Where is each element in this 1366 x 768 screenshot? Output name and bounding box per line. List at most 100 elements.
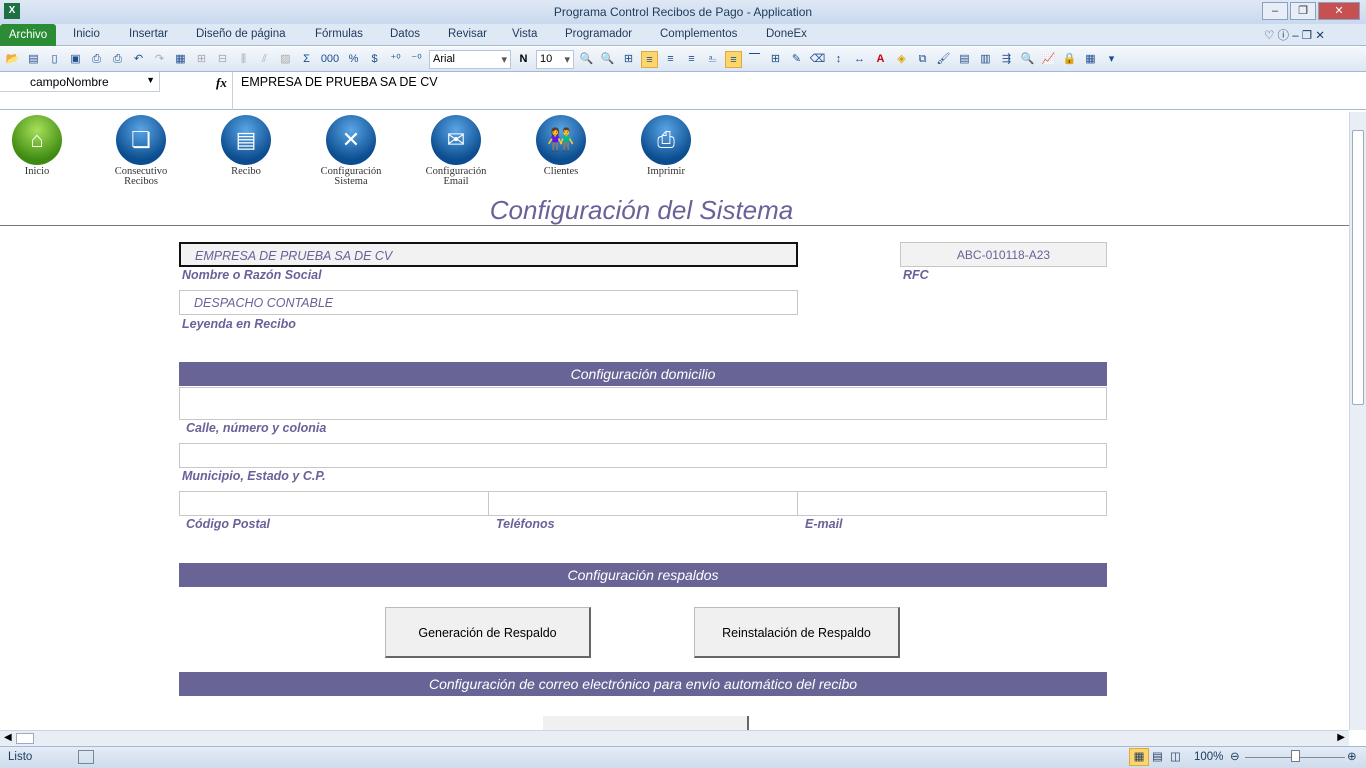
page-layout-icon[interactable]: ▤ xyxy=(1152,749,1163,763)
form-icon[interactable]: ▤ xyxy=(956,51,973,68)
align-top-icon[interactable]: ⎺ xyxy=(746,51,763,68)
vertical-scrollbar[interactable] xyxy=(1349,112,1366,730)
nav-config-email[interactable]: ✉ Configuración Email xyxy=(416,115,496,187)
tab-formulas[interactable]: Fórmulas xyxy=(315,28,363,40)
tab-archivo[interactable]: Archivo xyxy=(0,24,56,46)
tab-doneex[interactable]: DoneEx xyxy=(766,28,807,40)
tab-datos[interactable]: Datos xyxy=(390,28,420,40)
save-icon[interactable]: ▣ xyxy=(67,51,84,68)
nav-recibo[interactable]: ▤ Recibo xyxy=(206,115,286,177)
row-height-icon[interactable]: ↕ xyxy=(830,51,847,68)
tab-diseno[interactable]: Diseño de página xyxy=(196,28,286,40)
nav-inicio[interactable]: ⌂ Inicio xyxy=(0,115,77,177)
tab-insertar[interactable]: Insertar xyxy=(129,28,168,40)
macro-record-icon[interactable] xyxy=(78,750,94,764)
nombre-field[interactable]: EMPRESA DE PRUEBA SA DE CV xyxy=(179,242,798,267)
tab-revisar[interactable]: Revisar xyxy=(448,28,487,40)
line-color-icon[interactable]: ✎ xyxy=(788,51,805,68)
scroll-left-icon[interactable]: ◀ xyxy=(4,732,12,743)
nav-imprimir[interactable]: ⎙ Imprimir xyxy=(626,115,706,177)
calle-field[interactable] xyxy=(179,387,1107,420)
col-width-icon[interactable]: ↔ xyxy=(851,51,868,68)
restore-button[interactable]: ❐ xyxy=(1290,2,1316,20)
bold-button[interactable]: N xyxy=(515,51,532,68)
decrease-decimal-icon[interactable]: ⁻⁰ xyxy=(408,51,425,68)
thousands-button[interactable]: 000 xyxy=(319,51,341,68)
scroll-right-icon[interactable]: ▶ xyxy=(1337,732,1345,743)
find-icon[interactable]: 🔍 xyxy=(1019,51,1036,68)
customize-icon[interactable]: ▾ xyxy=(1103,51,1120,68)
normal-view-icon[interactable]: ▦ xyxy=(1129,748,1149,766)
insert-col-icon[interactable]: ⫼ xyxy=(235,51,252,68)
name-box[interactable]: campoNombre ▼ xyxy=(0,72,160,92)
undo-icon[interactable]: ↶ xyxy=(130,51,147,68)
redo-icon[interactable]: ↷ xyxy=(151,51,168,68)
restore-backup-button[interactable]: Reinstalación de Respaldo xyxy=(694,607,900,658)
paste-icon[interactable]: ▤ xyxy=(25,51,42,68)
scroll-thumb[interactable] xyxy=(1352,130,1364,405)
align-right-icon[interactable]: ≡ xyxy=(683,51,700,68)
nav-config-sistema[interactable]: ✕ Configuración Sistema xyxy=(311,115,391,187)
chevron-down-icon[interactable]: ▼ xyxy=(146,75,155,85)
formula-input[interactable]: EMPRESA DE PRUEBA SA DE CV xyxy=(232,72,1350,110)
leyenda-field[interactable]: DESPACHO CONTABLE xyxy=(179,290,798,315)
zoom-icon[interactable]: 🔍 xyxy=(578,51,595,68)
align-middle-icon[interactable]: ≡ xyxy=(725,50,742,68)
nav-clientes[interactable]: 👫 Clientes xyxy=(521,115,601,177)
nav-consecutivo[interactable]: ❏ Consecutivo Recibos xyxy=(101,115,181,187)
font-size-select[interactable]: 10 xyxy=(536,49,574,69)
align-left-icon[interactable]: ≡ xyxy=(641,50,658,68)
insert-icon[interactable]: ⊞ xyxy=(193,51,210,68)
fill-color-icon[interactable]: ◈ xyxy=(893,51,910,68)
horizontal-scrollbar[interactable]: ◀ ▶ xyxy=(0,730,1349,746)
currency-button[interactable]: $ xyxy=(366,51,383,68)
zoom-level[interactable]: 100% xyxy=(1194,751,1223,763)
tab-vista[interactable]: Vista xyxy=(512,28,537,40)
print-icon[interactable]: ⎙ xyxy=(109,51,126,68)
close-button[interactable]: ✕ xyxy=(1318,2,1360,20)
align-bottom-icon[interactable]: ⎁ xyxy=(704,51,721,68)
help-icon[interactable]: ♡ ⓘ – ❐ ✕ xyxy=(1264,27,1325,43)
municipio-field[interactable] xyxy=(179,443,1107,468)
hscroll-thumb[interactable] xyxy=(16,733,34,744)
cp-field[interactable] xyxy=(179,491,489,516)
delete-col-icon[interactable]: ⫽ xyxy=(256,51,273,68)
print-preview-icon[interactable]: ⎙ xyxy=(88,51,105,68)
rfc-field[interactable]: ABC-010118-A23 xyxy=(900,242,1107,267)
wrap-icon[interactable]: ⇶ xyxy=(998,51,1015,68)
format-painter-icon[interactable]: 🖌 xyxy=(935,51,952,68)
delete-icon[interactable]: ⊟ xyxy=(214,51,231,68)
email-config-button[interactable] xyxy=(543,716,749,730)
chart-icon[interactable]: ▥ xyxy=(977,51,994,68)
new-icon[interactable]: ▯ xyxy=(46,51,63,68)
zoom-in-icon[interactable]: ⊕ xyxy=(1347,749,1357,763)
align-center-icon[interactable]: ≡ xyxy=(662,51,679,68)
open-icon[interactable]: 📂 xyxy=(4,51,21,68)
chart-line-icon[interactable]: 📈 xyxy=(1040,51,1057,68)
lock-icon[interactable]: 🔒 xyxy=(1061,51,1078,68)
email-field[interactable] xyxy=(797,491,1107,516)
generate-backup-button[interactable]: Generación de Respaldo xyxy=(385,607,591,658)
fx-icon[interactable]: fx xyxy=(216,75,227,91)
tab-complementos[interactable]: Complementos xyxy=(660,28,737,40)
font-select[interactable]: Arial xyxy=(429,49,511,69)
sheet-icon[interactable]: ▦ xyxy=(1082,51,1099,68)
percent-button[interactable]: % xyxy=(345,51,362,68)
zoom-out-icon[interactable]: ⊖ xyxy=(1230,749,1240,763)
telefonos-field[interactable] xyxy=(488,491,798,516)
page-break-icon[interactable]: ◫ xyxy=(1170,749,1181,763)
merge-icon[interactable]: ⊞ xyxy=(620,51,637,68)
borders-icon[interactable]: ⊞ xyxy=(767,51,784,68)
image-icon[interactable]: ▨ xyxy=(277,51,294,68)
tab-programador[interactable]: Programador xyxy=(565,28,632,40)
tab-inicio[interactable]: Inicio xyxy=(73,28,100,40)
search-icon[interactable]: 🔍 xyxy=(599,51,616,68)
zoom-slider-handle[interactable] xyxy=(1291,750,1300,762)
copy-icon[interactable]: ⧉ xyxy=(914,51,931,68)
format-icon[interactable]: ▦ xyxy=(172,51,189,68)
font-color-icon[interactable]: A xyxy=(872,51,889,68)
increase-decimal-icon[interactable]: ⁺⁰ xyxy=(387,51,404,68)
eraser-icon[interactable]: ⌫ xyxy=(809,51,826,68)
autosum-icon[interactable]: Σ xyxy=(298,51,315,68)
minimize-button[interactable]: – xyxy=(1262,2,1288,20)
